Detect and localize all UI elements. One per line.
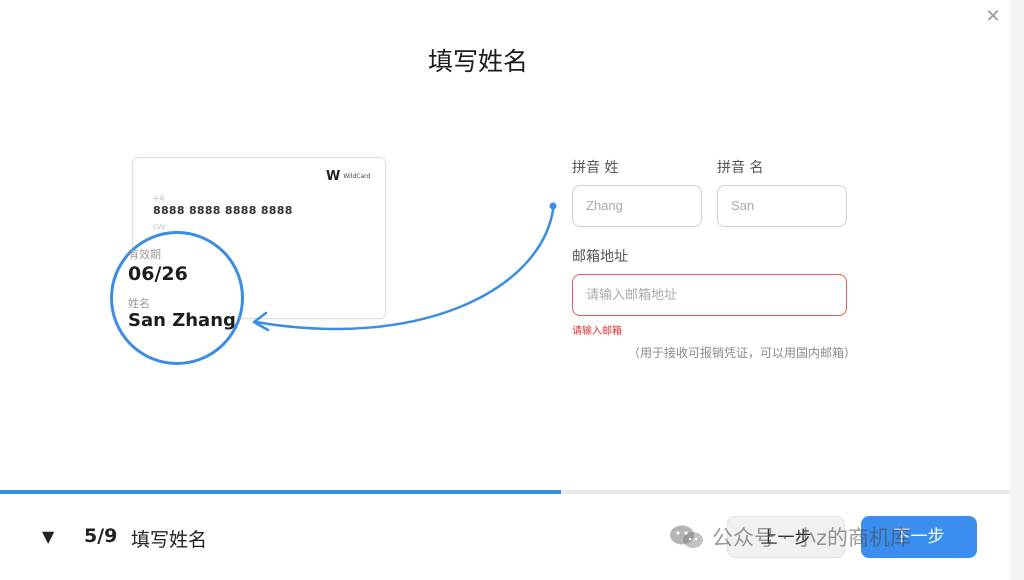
next-button[interactable]: 下一步 bbox=[861, 516, 977, 558]
step-count: 5/9 bbox=[84, 525, 118, 547]
email-input[interactable]: 请输入邮箱地址 bbox=[572, 274, 847, 316]
email-hint: （用于接收可报销凭证，可以用国内邮箱） bbox=[628, 346, 857, 360]
email-label: 邮箱地址 bbox=[572, 249, 628, 265]
email-error: 请输入邮箱 bbox=[572, 326, 622, 337]
first-name-input[interactable]: San bbox=[717, 185, 847, 227]
progress-fill bbox=[0, 490, 562, 494]
step-title: 填写姓名 bbox=[131, 529, 208, 551]
last-name-input[interactable]: Zhang bbox=[572, 185, 702, 227]
prev-button[interactable]: 上一步 bbox=[727, 516, 845, 558]
last-name-label: 拼音 姓 bbox=[572, 160, 619, 176]
first-name-label: 拼音 名 bbox=[717, 160, 764, 176]
close-icon[interactable]: ✕ bbox=[982, 6, 1004, 28]
pointer-arrow-icon bbox=[252, 202, 557, 332]
wechat-icon bbox=[670, 525, 703, 548]
collapse-caret-icon[interactable]: ▼ bbox=[42, 527, 54, 546]
progress-bar bbox=[0, 490, 1010, 494]
dialog: ✕ 填写姓名 W WildCard 卡号 8888 8888 8888 8888… bbox=[0, 0, 1010, 580]
